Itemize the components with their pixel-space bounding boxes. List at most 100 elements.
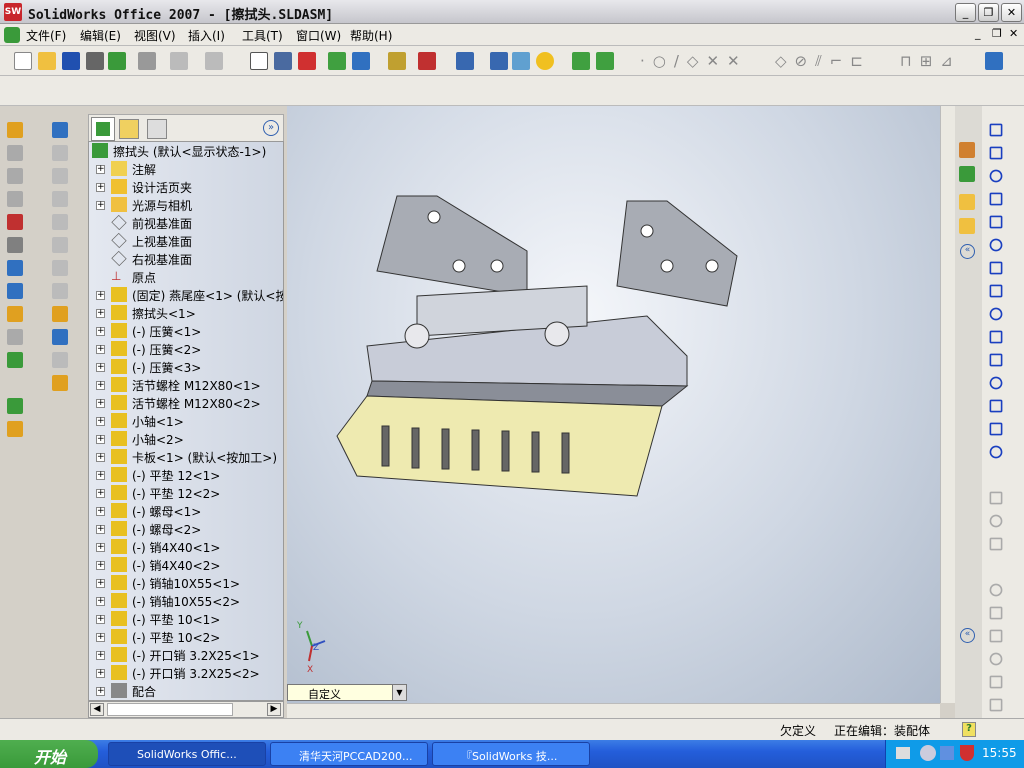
- task-solidworks[interactable]: SolidWorks Offic...: [108, 742, 266, 766]
- ellipse-icon[interactable]: [989, 675, 1003, 689]
- save-icon[interactable]: [62, 52, 80, 70]
- new-icon[interactable]: [14, 52, 32, 70]
- tree-item[interactable]: + (-) 螺母<1>: [89, 502, 283, 520]
- trim-icon[interactable]: [989, 583, 1003, 597]
- restore-button[interactable]: ❐: [978, 3, 999, 22]
- mirror-icon[interactable]: [52, 375, 68, 391]
- edit-component-icon[interactable]: [7, 122, 23, 138]
- expand-icon[interactable]: +: [96, 417, 105, 426]
- expand-panel-button[interactable]: »: [263, 120, 279, 136]
- centerline-icon[interactable]: [989, 353, 1003, 367]
- graphics-area[interactable]: Y Z X: [287, 106, 940, 703]
- menu-view[interactable]: 视图(V): [134, 27, 176, 44]
- print-icon[interactable]: [138, 52, 156, 70]
- tree-item[interactable]: + (-) 压簧<3>: [89, 358, 283, 376]
- circle-icon[interactable]: [989, 238, 1003, 252]
- window-icon[interactable]: [490, 52, 508, 70]
- expand-icon[interactable]: +: [96, 309, 105, 318]
- addin-icon[interactable]: [572, 52, 590, 70]
- rectangle-icon[interactable]: [989, 215, 1003, 229]
- linear-pattern-icon[interactable]: [989, 629, 1003, 643]
- make-assembly-icon[interactable]: [108, 52, 126, 70]
- task-browser[interactable]: 『SolidWorks 技...: [432, 742, 590, 766]
- tree-item[interactable]: 前视基准面: [89, 214, 283, 232]
- tab-configurationmanager[interactable]: [147, 119, 167, 139]
- view-orientation-dropdown[interactable]: 自定义 ▼: [287, 684, 407, 701]
- tree-item[interactable]: + (-) 平垫 12<1>: [89, 466, 283, 484]
- expand-icon[interactable]: +: [96, 651, 105, 660]
- 3d-sketch-icon[interactable]: [989, 146, 1003, 160]
- line-icon[interactable]: [52, 168, 68, 184]
- extend-icon[interactable]: [989, 606, 1003, 620]
- simulation-icon[interactable]: [7, 398, 23, 414]
- circle-icon[interactable]: [52, 191, 68, 207]
- smart-fasteners-icon[interactable]: [7, 237, 23, 253]
- mirror-icon[interactable]: [989, 491, 1003, 505]
- chevron-down-icon[interactable]: ▼: [392, 685, 406, 700]
- tree-item[interactable]: + 卡板<1> (默认<按加工>): [89, 448, 283, 466]
- scroll-left-button[interactable]: ◀: [90, 703, 104, 716]
- expand-icon[interactable]: +: [96, 669, 105, 678]
- expand-icon[interactable]: +: [96, 345, 105, 354]
- menu-insert[interactable]: 插入(I): [188, 27, 225, 44]
- tree-item[interactable]: + (-) 销4X40<1>: [89, 538, 283, 556]
- expand-icon[interactable]: +: [96, 561, 105, 570]
- viewport-layout-icon[interactable]: [456, 52, 474, 70]
- point-icon[interactable]: [989, 399, 1003, 413]
- rectangle-icon[interactable]: [52, 214, 68, 230]
- viewport-horizontal-scrollbar[interactable]: [287, 703, 940, 718]
- tab-propertymanager[interactable]: [119, 119, 139, 139]
- bill-of-materials-icon[interactable]: [7, 352, 23, 368]
- dimension-tools-icon[interactable]: ⊓⊞⊿: [900, 52, 961, 70]
- scroll-thumb[interactable]: [107, 703, 233, 716]
- doc-minimize-button[interactable]: _: [975, 27, 981, 40]
- menu-help[interactable]: 帮助(H): [350, 27, 392, 44]
- change-transparency-icon[interactable]: [7, 191, 23, 207]
- tree-item[interactable]: + 活节螺栓 M12X80<1>: [89, 376, 283, 394]
- print-preview-icon[interactable]: [86, 52, 104, 70]
- snap-icon[interactable]: [352, 52, 370, 70]
- tree-item[interactable]: + (固定) 燕尾座<1> (默认<按: [89, 286, 283, 304]
- tree-item[interactable]: + 设计活页夹: [89, 178, 283, 196]
- expand-icon[interactable]: +: [96, 165, 105, 174]
- sketch-relations-icon[interactable]: ◇⊘⫽⌐⊏: [775, 52, 871, 70]
- properties-icon[interactable]: [512, 52, 530, 70]
- circular-pattern-icon[interactable]: [989, 652, 1003, 666]
- scroll-right-button[interactable]: ▶: [267, 703, 281, 716]
- sketch-icon[interactable]: [989, 123, 1003, 137]
- tree-item[interactable]: + 小轴<2>: [89, 430, 283, 448]
- minimize-button[interactable]: _: [955, 3, 976, 22]
- tree-item[interactable]: + 小轴<1>: [89, 412, 283, 430]
- menu-file[interactable]: 文件(F): [26, 27, 66, 44]
- tree-item[interactable]: + (-) 平垫 10<1>: [89, 610, 283, 628]
- line-icon[interactable]: [989, 192, 1003, 206]
- expand-icon[interactable]: +: [96, 435, 105, 444]
- smart-dimension-icon[interactable]: [52, 145, 68, 161]
- options-icon[interactable]: [388, 52, 406, 70]
- offset-icon[interactable]: [989, 514, 1003, 528]
- expand-icon[interactable]: +: [96, 633, 105, 642]
- tree-item[interactable]: 右视基准面: [89, 250, 283, 268]
- spline-icon[interactable]: [989, 376, 1003, 390]
- trim-icon[interactable]: [52, 329, 68, 345]
- task-pccad[interactable]: 清华天河PCCAD200...: [270, 742, 428, 766]
- doc-restore-button[interactable]: ❐: [992, 27, 1002, 40]
- undo-icon[interactable]: [170, 52, 188, 70]
- help-icon[interactable]: [536, 52, 554, 70]
- expand-icon[interactable]: +: [96, 183, 105, 192]
- explode-line-icon[interactable]: [7, 329, 23, 345]
- expand-icon[interactable]: +: [96, 507, 105, 516]
- view-palette-icon[interactable]: [959, 218, 975, 234]
- document-icon[interactable]: [4, 27, 20, 43]
- expand-icon[interactable]: +: [96, 471, 105, 480]
- move-component-icon[interactable]: [7, 214, 23, 230]
- expand-icon[interactable]: +: [96, 363, 105, 372]
- link-icon[interactable]: [596, 52, 614, 70]
- menu-window[interactable]: 窗口(W): [296, 27, 341, 44]
- help-icon[interactable]: ?: [962, 722, 976, 737]
- file-explorer-icon[interactable]: [959, 194, 975, 210]
- select-icon[interactable]: [250, 52, 268, 70]
- expand-icon[interactable]: +: [96, 489, 105, 498]
- tree-item[interactable]: + 活节螺栓 M12X80<2>: [89, 394, 283, 412]
- close-button[interactable]: ✕: [1001, 3, 1022, 22]
